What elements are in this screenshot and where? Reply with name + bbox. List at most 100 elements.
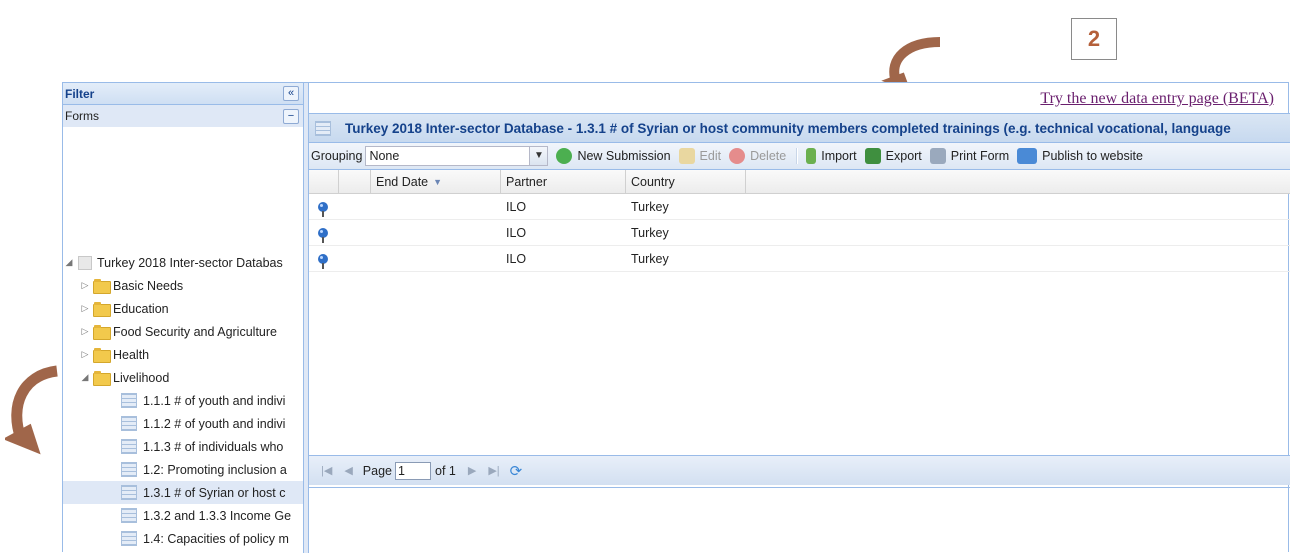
toolbar-separator [796,148,799,164]
forms-header: Forms − [63,105,303,127]
form-icon [121,393,137,408]
grouping-select[interactable]: None ▼ [365,146,549,166]
collapsed-arrow-icon[interactable]: ▷ [79,280,91,291]
app-frame: Filter « Forms − ◢ Turkey 2018 Inter-sec… [62,82,1290,553]
tree-form-item[interactable]: 1.4: Capacities of policy m [63,527,303,550]
tree-form-item[interactable]: 1.1.2 # of youth and indivi [63,412,303,435]
delete-icon [729,148,746,164]
cell-end-date [371,194,501,219]
form-label: 1.1.2 # of youth and indivi [143,416,286,431]
form-icon [121,439,137,454]
location-pin-icon [318,201,328,217]
main-panel: Try the new data entry page (BETA) Turke… [309,83,1290,553]
publish-button[interactable]: Publish to website [1017,148,1143,164]
left-panel: Filter « Forms − ◢ Turkey 2018 Inter-sec… [63,83,303,553]
column-header-end-date[interactable]: End Date ▼ [371,170,501,193]
tree-folder-food-security[interactable]: ▷ Food Security and Agriculture [63,320,303,343]
form-icon [121,531,137,546]
folder-label: Basic Needs [113,278,184,293]
submissions-grid-panel: Turkey 2018 Inter-sector Database - 1.3.… [309,113,1290,485]
folder-icon [93,348,111,363]
tree-form-item[interactable]: 1.3.2 and 1.3.3 Income Ge [63,504,303,527]
cell-partner: ILO [506,225,527,240]
table-row[interactable]: ILO Turkey [309,246,1290,272]
grouping-value: None [369,149,400,163]
expanded-arrow-icon[interactable]: ◢ [79,372,91,383]
folder-label: Livelihood [113,370,170,385]
form-label: 1.2: Promoting inclusion a [143,462,287,477]
database-icon [78,255,92,270]
print-form-button[interactable]: Print Form [929,148,1009,164]
form-label: 1.3.1 # of Syrian or host c [143,485,286,500]
folder-icon [93,302,111,317]
collapsed-arrow-icon[interactable]: ▷ [79,349,91,360]
tree-form-item[interactable]: 1.1.1 # of youth and indivi [63,389,303,412]
tree-folder-health[interactable]: ▷ Health [63,343,303,366]
folder-open-icon [93,371,111,386]
export-button[interactable]: Export [864,148,922,164]
location-pin-icon [318,253,328,269]
import-icon [806,148,817,164]
tree-form-item[interactable]: 1.2: Promoting inclusion a [63,458,303,481]
page-label: Page [362,463,392,478]
chevron-down-icon[interactable]: ▼ [529,147,548,165]
paging-toolbar: |◀ ◀ Page 1 of 1 ▶ ▶| ⟳ [309,455,1290,485]
publish-icon [1017,148,1038,164]
delete-button[interactable]: Delete [729,148,786,164]
tree-folder-education[interactable]: ▷ Education [63,297,303,320]
form-icon [121,485,137,500]
collapsed-arrow-icon[interactable]: ▷ [79,326,91,337]
add-icon [556,148,573,164]
form-label: 1.4: Capacities of policy m [143,531,289,546]
folder-label: Education [113,301,169,316]
collapse-panel-button[interactable]: « [283,86,299,101]
column-label: Partner [506,174,547,189]
cell-partner: ILO [506,251,527,266]
grid-title-bar: Turkey 2018 Inter-sector Database - 1.3.… [309,114,1290,143]
column-header-country[interactable]: Country [626,170,746,193]
publish-label: Publish to website [1042,149,1143,163]
tree-folder-basic-needs[interactable]: ▷ Basic Needs [63,274,303,297]
export-label: Export [885,149,922,163]
folder-icon [93,279,111,294]
pencil-icon [678,148,695,164]
collapsed-arrow-icon[interactable]: ▷ [79,303,91,314]
last-page-icon[interactable]: ▶| [488,464,499,477]
edit-button[interactable]: Edit [678,148,721,164]
tree-form-item-selected[interactable]: 1.3.1 # of Syrian or host c [63,481,303,504]
sort-desc-icon: ▼ [433,176,443,187]
printer-icon [929,148,946,164]
column-header-blank [339,170,371,193]
forms-tree: ◢ Turkey 2018 Inter-sector Databas ▷ Bas… [63,251,303,550]
table-row[interactable]: ILO Turkey [309,194,1290,220]
form-icon [121,508,137,523]
grid-title: Turkey 2018 Inter-sector Database - 1.3.… [345,120,1231,136]
new-submission-button[interactable]: New Submission [556,148,671,164]
next-page-icon[interactable]: ▶ [468,464,476,477]
form-icon [121,462,137,477]
beta-data-entry-link[interactable]: Try the new data entry page (BETA) [1040,90,1274,108]
import-button[interactable]: Import [806,148,857,164]
forms-collapse-button[interactable]: − [283,108,299,124]
filter-header: Filter « [63,83,303,105]
refresh-icon[interactable]: ⟳ [510,462,523,480]
page-number-input[interactable]: 1 [395,461,431,480]
expanded-arrow-icon[interactable]: ◢ [63,257,75,268]
column-header-partner[interactable]: Partner [501,170,626,193]
cell-end-date [371,246,501,271]
tree-folder-livelihood[interactable]: ◢ Livelihood [63,366,303,389]
form-icon [315,120,331,136]
column-header-icon [309,170,339,193]
first-page-icon[interactable]: |◀ [321,464,332,477]
form-label: 1.1.1 # of youth and indivi [143,393,286,408]
form-icon [121,416,137,431]
cell-country: Turkey [631,199,669,214]
tree-db-node[interactable]: ◢ Turkey 2018 Inter-sector Databas [63,251,303,274]
callout-2: 2 [1071,18,1117,60]
grouping-label: Grouping [311,149,363,163]
grid-header-row: End Date ▼ Partner Country [309,170,1290,194]
cell-partner: ILO [506,199,527,214]
tree-form-item[interactable]: 1.1.3 # of individuals who [63,435,303,458]
table-row[interactable]: ILO Turkey [309,220,1290,246]
prev-page-icon[interactable]: ◀ [344,464,352,477]
